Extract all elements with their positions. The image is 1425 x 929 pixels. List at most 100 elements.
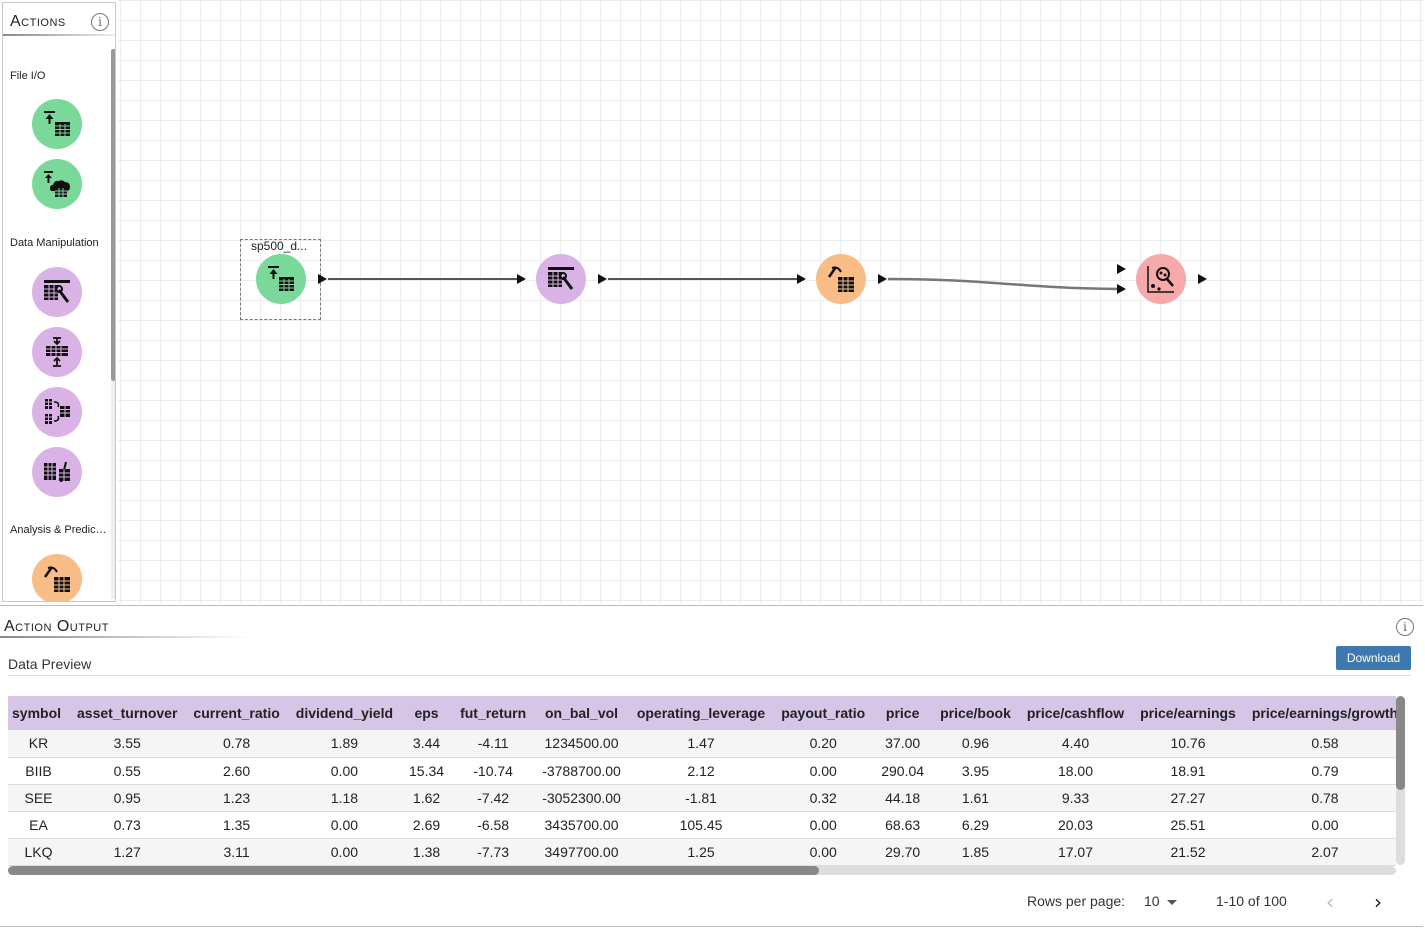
table-cell: 290.04: [873, 757, 933, 785]
table-cell: 15.34: [401, 757, 453, 785]
section-label-data-manipulation: Data Manipulation: [10, 237, 99, 249]
table-cell: 0.78: [1243, 784, 1396, 812]
chevron-right-icon[interactable]: ›: [1374, 890, 1382, 914]
column-header-eps[interactable]: eps: [401, 696, 453, 730]
table-cell: 29.70: [873, 838, 933, 866]
node-4-in-port-2[interactable]: [1117, 284, 1126, 294]
table-cell: EA: [8, 811, 70, 839]
column-header-on-bal-vol[interactable]: on_bal_vol: [534, 696, 629, 730]
table-cell: 1.61: [932, 784, 1019, 812]
data-table-container[interactable]: symbol asset_turnover current_ratio dividen…: [8, 696, 1396, 866]
table-cell: 10.76: [1132, 730, 1244, 758]
node-1-out-port[interactable]: [318, 274, 327, 284]
table-cell: 1234500.00: [534, 730, 629, 758]
pagination-range: 1-10 of 100: [1216, 893, 1287, 909]
node-3-in-port[interactable]: [797, 274, 806, 284]
table-split-tool[interactable]: [32, 447, 82, 497]
table-horizontal-scrollbar[interactable]: [8, 866, 1396, 875]
column-header-symbol[interactable]: symbol: [8, 696, 70, 730]
table-cell: -1.81: [628, 784, 774, 812]
table-vertical-scrollbar[interactable]: [1396, 696, 1405, 865]
table-split-icon: [44, 461, 70, 483]
rows-per-page-select[interactable]: 10: [1144, 893, 1160, 909]
vertical-scroll-thumb[interactable]: [1396, 696, 1405, 790]
table-cell: -4.11: [452, 730, 535, 758]
table-cell: 17.07: [1018, 838, 1133, 866]
table-cell: 1.23: [185, 784, 288, 812]
rows-per-page-label: Rows per page:: [1027, 893, 1126, 909]
column-header-fut-return[interactable]: fut_return: [452, 696, 535, 730]
table-cell: 0.00: [773, 757, 874, 785]
table-cell: 0.73: [69, 811, 186, 839]
section-label-analysis: Analysis & Prediction: [10, 524, 108, 536]
data-preview-label: Data Preview: [8, 656, 92, 672]
table-row: LKQ 1.27 3.11 0.00 1.38 -7.73 3497700.00 1.25 0.…: [8, 838, 1396, 866]
table-cell: 0.20: [773, 730, 874, 758]
table-wrench-icon: [548, 267, 574, 290]
table-cell: SEE: [8, 784, 70, 812]
workflow-node-manipulate[interactable]: [536, 254, 586, 304]
table-cell: LKQ: [8, 838, 70, 866]
table-cell: 0.95: [69, 784, 186, 812]
node-2-in-port[interactable]: [517, 274, 526, 284]
horizontal-scroll-thumb[interactable]: [8, 866, 819, 875]
column-header-price-earnings-growth[interactable]: price/earnings/growth: [1243, 696, 1396, 730]
table-upload-icon: [44, 111, 70, 136]
table-cell: 1.85: [932, 838, 1019, 866]
table-cell: -7.42: [452, 784, 535, 812]
table-cell: -6.58: [452, 811, 535, 839]
table-cell: KR: [8, 730, 70, 758]
workflow-node-visualize[interactable]: [1136, 254, 1186, 304]
workflow-canvas[interactable]: sp500_d...: [118, 0, 1423, 603]
cloud-upload-tool[interactable]: [32, 159, 82, 209]
table-pickaxe-icon: [43, 566, 70, 592]
actions-info-icon[interactable]: i: [91, 13, 109, 31]
node-4-out-port[interactable]: [1198, 274, 1207, 284]
node-4-in-port-1[interactable]: [1117, 264, 1126, 274]
node-3-out-port[interactable]: [878, 274, 887, 284]
chevron-down-icon[interactable]: [1167, 900, 1177, 905]
column-header-price[interactable]: price: [873, 696, 933, 730]
column-header-operating-leverage[interactable]: operating_leverage: [628, 696, 774, 730]
table-cell: 0.79: [1243, 757, 1396, 785]
table-join-icon: [45, 399, 70, 424]
table-pickaxe-icon: [827, 266, 854, 292]
table-merge-tool[interactable]: [32, 327, 82, 377]
column-header-dividend-yield[interactable]: dividend_yield: [287, 696, 402, 730]
table-cell: 6.29: [932, 811, 1019, 839]
scatter-search-icon: [1147, 266, 1174, 293]
table-analysis-tool[interactable]: [32, 554, 82, 601]
table-cell: 27.27: [1132, 784, 1244, 812]
table-body: KR 3.55 0.78 1.89 3.44 -4.11 1234500.00 1.47 0.2…: [8, 730, 1396, 866]
table-cell: 68.63: [873, 811, 933, 839]
table-wrench-tool[interactable]: [32, 267, 82, 317]
table-row: KR 3.55 0.78 1.89 3.44 -4.11 1234500.00 1.47 0.2…: [8, 730, 1396, 758]
column-header-asset-turnover[interactable]: asset_turnover: [69, 696, 186, 730]
actions-scrollbar-thumb[interactable]: [111, 49, 115, 381]
data-preview-divider: [8, 675, 1411, 676]
workflow-node-analysis[interactable]: [816, 254, 866, 304]
table-cell: 1.38: [401, 838, 453, 866]
table-cell: 18.91: [1132, 757, 1244, 785]
download-button[interactable]: Download: [1336, 646, 1411, 670]
table-cell: 1.25: [628, 838, 774, 866]
node-2-out-port[interactable]: [598, 274, 607, 284]
column-header-price-cashflow[interactable]: price/cashflow: [1018, 696, 1133, 730]
table-cell: 20.03: [1018, 811, 1133, 839]
section-label-file-io: File I/O: [10, 70, 46, 82]
edge-3: [887, 277, 1121, 291]
table-cell: 2.12: [628, 757, 774, 785]
table-cell: BIIB: [8, 757, 70, 785]
column-header-price-book[interactable]: price/book: [932, 696, 1019, 730]
chevron-left-icon[interactable]: ‹: [1326, 890, 1334, 914]
table-join-tool[interactable]: [32, 387, 82, 437]
column-header-payout-ratio[interactable]: payout_ratio: [773, 696, 874, 730]
table-upload-tool[interactable]: [32, 99, 82, 149]
output-info-icon[interactable]: i: [1396, 618, 1414, 636]
table-wrench-icon: [44, 280, 70, 303]
workflow-node-read-table[interactable]: [256, 254, 306, 304]
table-cell: 2.69: [401, 811, 453, 839]
column-header-current-ratio[interactable]: current_ratio: [185, 696, 288, 730]
column-header-price-earnings[interactable]: price/earnings: [1132, 696, 1244, 730]
table-cell: -7.73: [452, 838, 535, 866]
